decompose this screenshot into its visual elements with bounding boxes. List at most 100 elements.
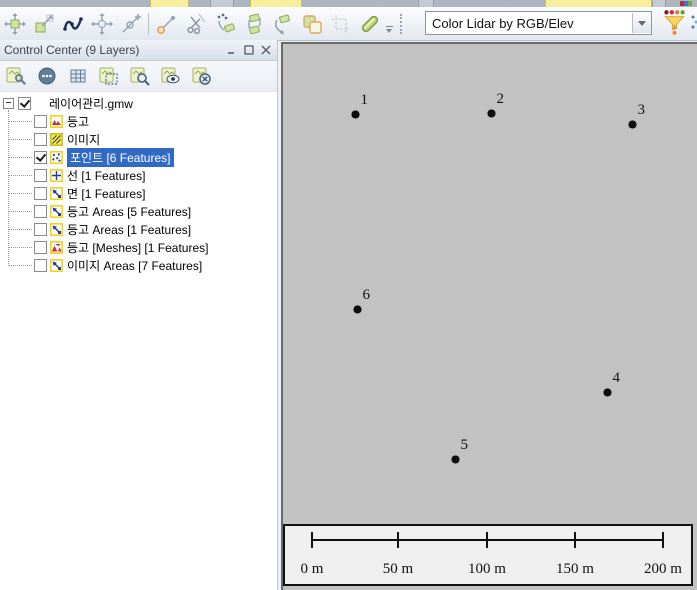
panel-title: Control Center (9 Layers) [4,43,140,57]
point-label: 5 [460,436,469,453]
lidar-draw-mode-combobox[interactable]: Color Lidar by RGB/Elev [425,11,652,35]
collapse-expander-icon[interactable] [3,97,14,109]
rotate-area-tool-button[interactable] [268,10,297,38]
area-layer-icon [50,186,63,200]
minimize-button[interactable] [224,43,239,57]
map-point-3[interactable]: 3 [628,102,645,128]
edit-shape-tool-button[interactable] [58,10,87,38]
scale-bar-line [313,539,664,541]
layer-label[interactable]: 포인트 [6 Features] [67,147,174,167]
attribute-table-button[interactable] [66,64,90,88]
select-layer-button[interactable] [97,64,121,88]
layer-checkbox[interactable] [34,186,47,200]
layer-label[interactable]: 이미지 [67,131,100,148]
scale-label: 0 m [300,561,324,577]
layer-checkbox[interactable] [34,132,47,146]
layer-checkbox[interactable] [34,222,47,236]
crop-tool-button[interactable] [326,10,355,38]
layer-toolbar [0,61,277,92]
attribute-table-icon [70,69,86,83]
scale-tick [662,532,664,548]
layer-row[interactable]: 등고 Areas [5 Features] [0,202,277,220]
layer-label[interactable]: 이미지 Areas [7 Features] [67,257,202,274]
layer-checkbox[interactable] [34,240,47,254]
upper-field-fragment[interactable] [250,0,302,7]
layer-options-button[interactable] [4,64,28,88]
layer-row-root[interactable]: 레이어관리.gmw [0,94,277,112]
rotate-area-icon [274,14,290,34]
move-tool-button[interactable] [0,10,29,38]
point-marker-icon [487,109,495,117]
lidar-filter-button[interactable] [660,8,688,36]
layer-label[interactable]: 면 [1 Features] [67,185,145,202]
layer-checkbox[interactable] [34,168,47,182]
map-point-6[interactable]: 6 [353,287,370,313]
upper-dropdown-button[interactable] [652,0,666,7]
lidar-filter-icon [664,10,685,35]
tree-connector [8,264,32,266]
split-feature-tool-button[interactable] [181,10,210,38]
map-point-5[interactable]: 5 [451,437,468,463]
panel-titlebar[interactable]: Control Center (9 Layers) [0,40,277,61]
toolbar-drag-grip[interactable] [400,13,409,34]
scale-tool-button[interactable] [29,10,58,38]
layer-row[interactable]: 면 [1 Features] [0,184,277,202]
scale-label: 50 m [382,561,414,577]
close-layer-button[interactable] [190,64,214,88]
copy-areas-tool-button[interactable] [297,10,326,38]
maximize-button[interactable] [241,43,256,57]
add-vertex-tool-button[interactable] [116,10,145,38]
root-layer-label[interactable]: 레이어관리.gmw [49,95,133,112]
layer-row[interactable]: 이미지 [0,130,277,148]
upper-field-fragment[interactable] [545,0,652,7]
link-areas-icon [247,13,261,34]
layer-label[interactable]: 등고 [Meshes] [1 Features] [67,239,208,256]
tree-connector [8,246,32,248]
clipped-toolbar-icon [690,10,697,34]
map-point-1[interactable]: 1 [351,92,368,118]
layer-checkbox[interactable] [34,204,47,218]
link-areas-tool-button[interactable] [239,10,268,38]
layer-row[interactable]: 등고 Areas [1 Features] [0,220,277,238]
point-layer-icon [50,150,63,164]
layer-row-selected[interactable]: 포인트 [6 Features] [0,147,277,167]
edit-vertex-icon [156,15,175,34]
layer-checkbox[interactable] [34,258,47,272]
layer-row[interactable]: 이미지 Areas [7 Features] [0,256,277,274]
map-canvas[interactable]: 1 2 3 4 5 6 0 m 50 m 100 m 150 m 200 m [283,44,697,590]
point-marker-icon [451,455,459,463]
map-point-4[interactable]: 4 [603,370,620,396]
edit-vertex-tool-button[interactable] [152,10,181,38]
layer-options-icon [6,67,27,86]
toolbar-overflow-chevron[interactable] [384,10,396,38]
map-viewport[interactable]: 1 2 3 4 5 6 0 m 50 m 100 m 150 m 200 m [281,42,697,590]
layer-visibility-button[interactable] [159,64,183,88]
metadata-button[interactable] [35,64,59,88]
layer-row[interactable]: 등고 [Meshes] [1 Features] [0,238,277,256]
upper-dropdown-button[interactable] [210,0,234,7]
layer-label[interactable]: 등고 Areas [5 Features] [67,203,191,220]
layer-row[interactable]: 선 [1 Features] [0,166,277,184]
create-points-tool-button[interactable] [210,10,239,38]
line-layer-icon [50,168,63,182]
layer-label[interactable]: 등고 [67,113,89,130]
close-button[interactable] [258,43,273,57]
layer-checkbox[interactable] [34,114,47,128]
root-layer-checkbox[interactable] [18,96,31,110]
measure-tool-button[interactable] [355,10,384,38]
layer-label[interactable]: 선 [1 Features] [67,167,145,184]
zoom-to-layer-button[interactable] [128,64,152,88]
image-layer-icon [50,132,63,146]
upper-field-fragment[interactable] [150,0,189,7]
layer-label[interactable]: 등고 Areas [1 Features] [67,221,191,238]
move-feature-tool-button[interactable] [87,10,116,38]
point-label: 2 [496,90,505,107]
combobox-dropdown-arrow[interactable] [632,13,651,33]
layer-checkbox[interactable] [34,150,47,164]
scale-tick [397,532,399,548]
upper-dropdown-button[interactable] [418,0,434,7]
tree-connector [8,192,32,194]
map-point-2[interactable]: 2 [487,91,504,117]
crop-icon [331,14,350,33]
layer-row[interactable]: 등고 [0,112,277,130]
